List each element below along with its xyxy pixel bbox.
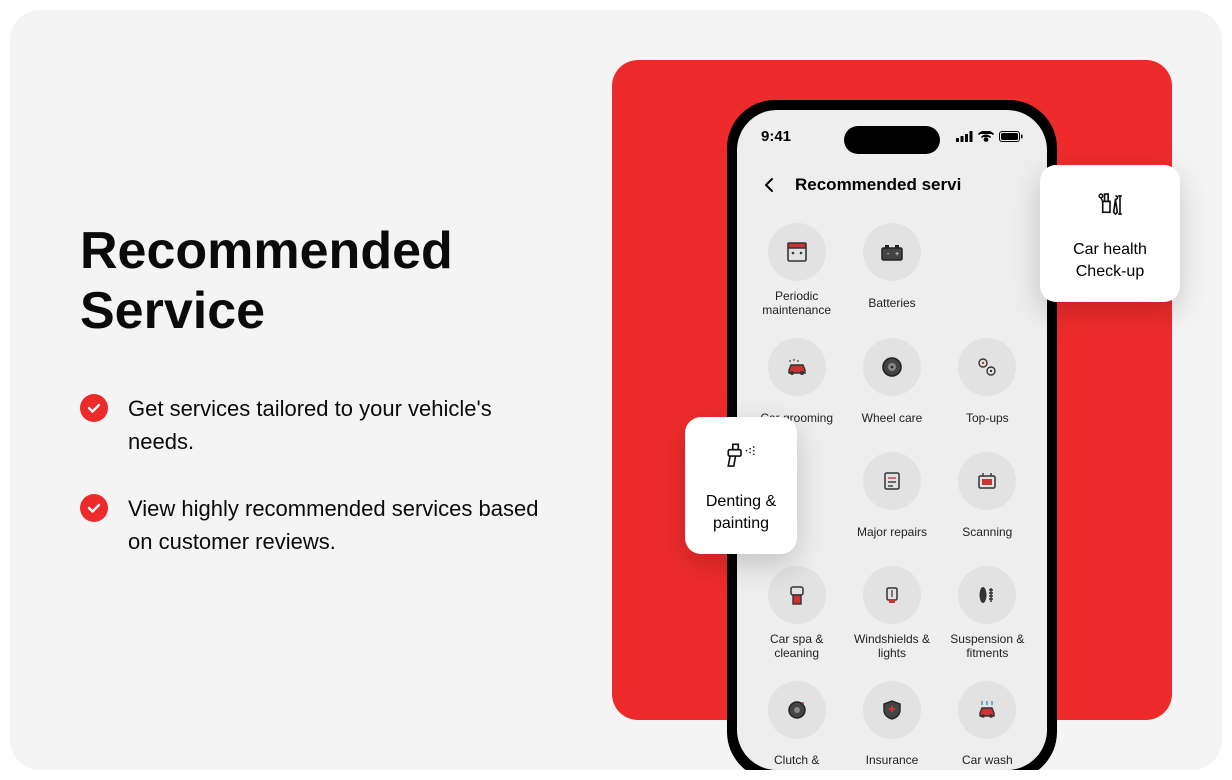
insurance-icon: [863, 681, 921, 739]
service-label: Wheel care: [862, 404, 923, 432]
floating-label: Car health Check-up: [1056, 239, 1164, 282]
service-label: Batteries: [868, 289, 915, 317]
service-insurance[interactable]: Insurance: [846, 675, 937, 770]
service-clutch[interactable]: Clutch &: [751, 675, 842, 770]
bullet-text: Get services tailored to your vehicle's …: [128, 392, 552, 458]
service-label: Scanning: [962, 518, 1012, 546]
service-windshields[interactable]: Windshields & lights: [846, 560, 937, 667]
service-label: Car wash: [962, 747, 1013, 770]
spa-icon: [768, 566, 826, 624]
check-icon: [80, 494, 108, 522]
wifi-icon: [978, 131, 994, 142]
windshield-icon: [863, 566, 921, 624]
battery-icon: -+: [863, 223, 921, 281]
clutch-icon: [768, 681, 826, 739]
service-label: Major repairs: [857, 518, 927, 546]
service-scanning[interactable]: Scanning: [942, 446, 1033, 552]
screen-header: Recommended servi: [737, 145, 1047, 213]
floating-card-car-health[interactable]: Car health Check-up: [1040, 165, 1180, 302]
bullet-item: View highly recommended services based o…: [80, 492, 552, 558]
service-batteries[interactable]: -+ Batteries: [846, 217, 937, 324]
service-label: Car spa & cleaning: [753, 632, 840, 661]
car-health-icon: [1090, 185, 1130, 225]
feature-card: Recommended Service Get services tailore…: [10, 10, 1222, 770]
repairs-icon: [863, 452, 921, 510]
topups-icon: [958, 338, 1016, 396]
service-periodic-maintenance[interactable]: Periodic maintenance: [751, 217, 842, 324]
service-label: Top-ups: [966, 404, 1009, 432]
grooming-icon: [768, 338, 826, 396]
status-time: 9:41: [761, 128, 791, 145]
floating-card-denting-painting[interactable]: Denting & painting: [685, 417, 797, 554]
screen-title: Recommended servi: [795, 175, 961, 195]
bullet-text: View highly recommended services based o…: [128, 492, 552, 558]
battery-icon: [999, 131, 1023, 142]
check-icon: [80, 394, 108, 422]
service-car-spa[interactable]: Car spa & cleaning: [751, 560, 842, 667]
suspension-icon: [958, 566, 1016, 624]
signal-icon: [956, 131, 973, 142]
service-label: Windshields & lights: [848, 632, 935, 661]
scanning-icon: [958, 452, 1016, 510]
bullet-item: Get services tailored to your vehicle's …: [80, 392, 552, 458]
service-label: Insurance: [866, 747, 919, 770]
service-label: Periodic maintenance: [753, 289, 840, 318]
service-suspension[interactable]: Suspension & fitments: [942, 560, 1033, 667]
bullet-list: Get services tailored to your vehicle's …: [80, 392, 552, 558]
dynamic-island: [844, 126, 940, 154]
service-label: Clutch &: [774, 747, 819, 770]
preview-panel: 9:41 Recommended servi: [612, 60, 1172, 720]
status-icons: [956, 131, 1023, 142]
service-label: Suspension & fitments: [944, 632, 1031, 661]
floating-label: Denting & painting: [701, 491, 781, 534]
maintenance-icon: [768, 223, 826, 281]
service-car-wash[interactable]: Car wash: [942, 675, 1033, 770]
service-top-ups[interactable]: Top-ups: [942, 332, 1033, 438]
svg-text:+: +: [895, 251, 899, 258]
feature-title: Recommended Service: [80, 222, 552, 342]
left-panel: Recommended Service Get services tailore…: [80, 222, 612, 558]
service-major-repairs[interactable]: Major repairs: [846, 446, 937, 552]
carwash-icon: [958, 681, 1016, 739]
wheel-icon: [863, 338, 921, 396]
back-button[interactable]: [755, 171, 783, 199]
paint-gun-icon: [721, 437, 761, 477]
service-wheel-care[interactable]: Wheel care: [846, 332, 937, 438]
